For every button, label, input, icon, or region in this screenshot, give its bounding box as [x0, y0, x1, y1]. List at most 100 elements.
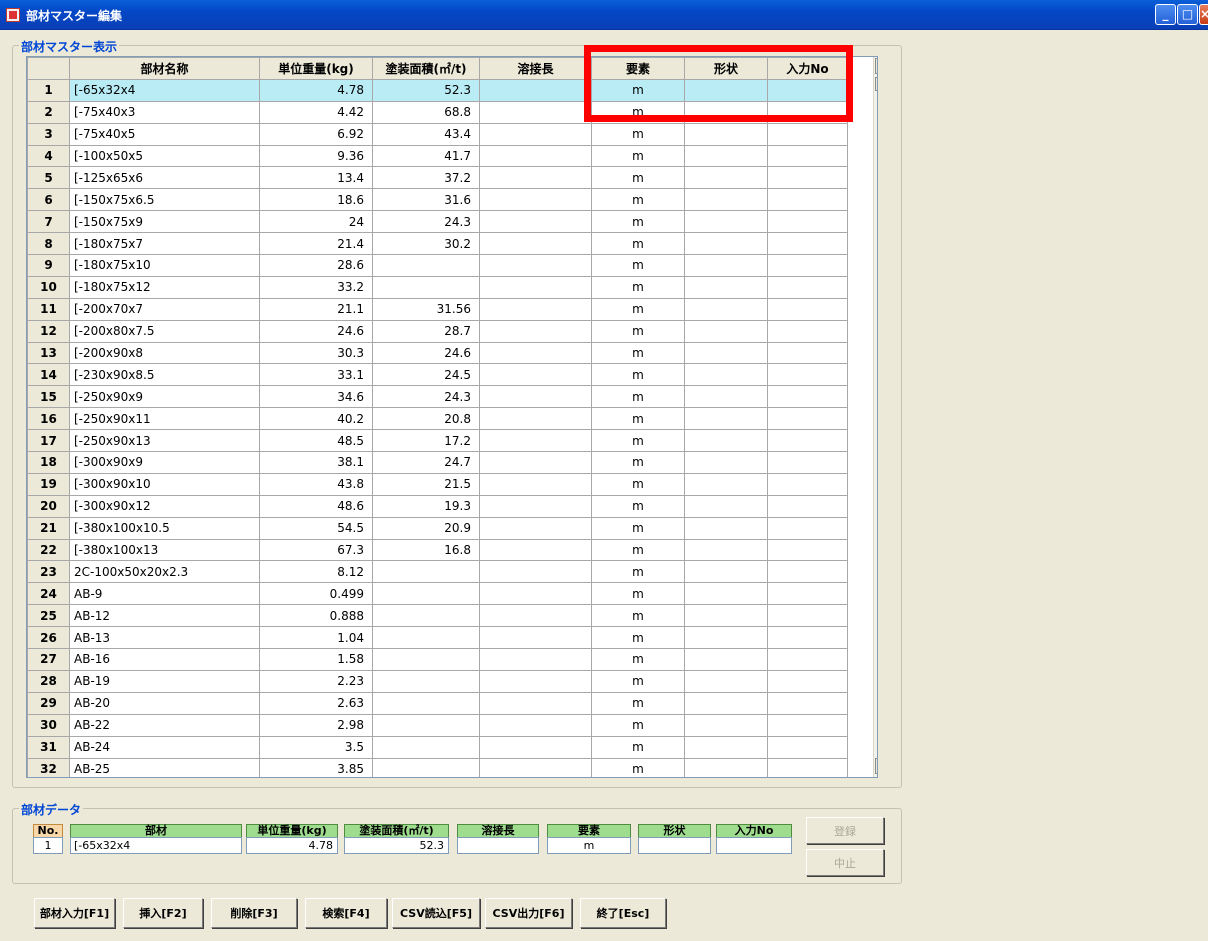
weight-cell[interactable]: 33.1	[259, 363, 373, 387]
area-cell[interactable]: 31.6	[372, 188, 480, 212]
scroll-up-icon[interactable]: ▲	[875, 58, 877, 74]
name-cell[interactable]: [-300x90x9	[69, 451, 260, 474]
weight-cell[interactable]: 1.04	[259, 626, 373, 650]
name-cell[interactable]: AB-12	[69, 604, 260, 628]
table-row[interactable]: 26 AB-13 1.04 m	[27, 626, 848, 650]
weld-cell[interactable]	[479, 516, 592, 540]
weld-cell[interactable]	[479, 451, 592, 474]
shape-field[interactable]	[638, 837, 711, 854]
shape-cell[interactable]	[684, 385, 768, 409]
table-row[interactable]: 1 [-65x32x4 4.78 52.3 m	[27, 78, 848, 102]
weight-cell[interactable]: 13.4	[259, 166, 373, 190]
table-row[interactable]: 23 2C-100x50x20x2.3 8.12 m	[27, 560, 848, 584]
area-cell[interactable]	[372, 713, 480, 737]
weld-cell[interactable]	[479, 560, 592, 584]
table-row[interactable]: 30 AB-22 2.98 m	[27, 713, 848, 737]
table-row[interactable]: 13 [-200x90x8 30.3 24.6 m	[27, 341, 848, 365]
weld-cell[interactable]	[479, 735, 592, 759]
weld-field[interactable]	[457, 837, 539, 854]
weight-cell[interactable]: 3.85	[259, 757, 373, 777]
weight-cell[interactable]: 54.5	[259, 516, 373, 540]
row-number[interactable]: 8	[27, 232, 70, 256]
shape-cell[interactable]	[684, 144, 768, 168]
element-cell[interactable]: m	[591, 122, 685, 146]
weld-cell[interactable]	[479, 363, 592, 387]
table-row[interactable]: 27 AB-16 1.58 m	[27, 648, 848, 671]
row-number[interactable]: 23	[27, 560, 70, 584]
input-no-cell[interactable]	[767, 669, 848, 693]
weld-cell[interactable]	[479, 604, 592, 628]
name-cell[interactable]: [-250x90x11	[69, 407, 260, 431]
header-area[interactable]: 塗装面積(㎡/t)	[372, 57, 480, 80]
input-no-field[interactable]	[716, 837, 792, 854]
row-number[interactable]: 21	[27, 516, 70, 540]
search-button[interactable]: 検索[F4]	[305, 898, 387, 928]
weld-cell[interactable]	[479, 144, 592, 168]
table-row[interactable]: 2 [-75x40x3 4.42 68.8 m	[27, 100, 848, 124]
row-number[interactable]: 16	[27, 407, 70, 431]
element-cell[interactable]: m	[591, 604, 685, 628]
area-cell[interactable]	[372, 275, 480, 299]
shape-cell[interactable]	[684, 188, 768, 212]
weight-cell[interactable]: 48.6	[259, 494, 373, 518]
shape-cell[interactable]	[684, 341, 768, 365]
shape-cell[interactable]	[684, 210, 768, 234]
insert-button[interactable]: 挿入[F2]	[123, 898, 203, 928]
weight-cell[interactable]: 2.98	[259, 713, 373, 737]
weight-cell[interactable]: 67.3	[259, 538, 373, 562]
weight-cell[interactable]: 28.6	[259, 254, 373, 277]
shape-cell[interactable]	[684, 472, 768, 496]
row-number[interactable]: 30	[27, 713, 70, 737]
row-number[interactable]: 1	[27, 78, 70, 102]
shape-cell[interactable]	[684, 669, 768, 693]
table-row[interactable]: 10 [-180x75x12 33.2 m	[27, 275, 848, 299]
table-row[interactable]: 15 [-250x90x9 34.6 24.3 m	[27, 385, 848, 409]
row-number[interactable]: 24	[27, 582, 70, 606]
row-number[interactable]: 5	[27, 166, 70, 190]
area-cell[interactable]: 21.5	[372, 472, 480, 496]
weight-cell[interactable]: 43.8	[259, 472, 373, 496]
weight-cell[interactable]: 24	[259, 210, 373, 234]
table-row[interactable]: 17 [-250x90x13 48.5 17.2 m	[27, 429, 848, 453]
element-cell[interactable]: m	[591, 757, 685, 777]
weld-cell[interactable]	[479, 582, 592, 606]
element-cell[interactable]: m	[591, 691, 685, 715]
element-cell[interactable]: m	[591, 363, 685, 387]
weight-cell[interactable]: 0.888	[259, 604, 373, 628]
area-field[interactable]: 52.3	[344, 837, 449, 854]
area-cell[interactable]: 41.7	[372, 144, 480, 168]
weight-cell[interactable]: 18.6	[259, 188, 373, 212]
header-input-no[interactable]: 入力No	[767, 57, 848, 80]
row-number[interactable]: 12	[27, 319, 70, 343]
area-cell[interactable]: 43.4	[372, 122, 480, 146]
area-cell[interactable]	[372, 669, 480, 693]
name-cell[interactable]: [-150x75x9	[69, 210, 260, 234]
input-no-cell[interactable]	[767, 429, 848, 453]
weld-cell[interactable]	[479, 210, 592, 234]
weld-cell[interactable]	[479, 648, 592, 671]
table-row[interactable]: 8 [-180x75x7 21.4 30.2 m	[27, 232, 848, 256]
area-cell[interactable]: 24.3	[372, 210, 480, 234]
maximize-button[interactable]: □	[1177, 4, 1198, 25]
name-cell[interactable]: [-380x100x10.5	[69, 516, 260, 540]
input-no-cell[interactable]	[767, 166, 848, 190]
area-cell[interactable]: 20.8	[372, 407, 480, 431]
weld-cell[interactable]	[479, 232, 592, 256]
name-cell[interactable]: AB-22	[69, 713, 260, 737]
input-no-cell[interactable]	[767, 691, 848, 715]
name-cell[interactable]: [-200x80x7.5	[69, 319, 260, 343]
shape-cell[interactable]	[684, 582, 768, 606]
delete-button[interactable]: 削除[F3]	[211, 898, 297, 928]
row-number[interactable]: 18	[27, 451, 70, 474]
name-cell[interactable]: [-75x40x3	[69, 100, 260, 124]
weld-cell[interactable]	[479, 188, 592, 212]
weight-cell[interactable]: 3.5	[259, 735, 373, 759]
name-cell[interactable]: AB-25	[69, 757, 260, 777]
weight-cell[interactable]: 33.2	[259, 275, 373, 299]
input-no-cell[interactable]	[767, 757, 848, 777]
weight-cell[interactable]: 2.63	[259, 691, 373, 715]
table-row[interactable]: 12 [-200x80x7.5 24.6 28.7 m	[27, 319, 848, 343]
area-cell[interactable]: 20.9	[372, 516, 480, 540]
weld-cell[interactable]	[479, 341, 592, 365]
weld-cell[interactable]	[479, 78, 592, 102]
